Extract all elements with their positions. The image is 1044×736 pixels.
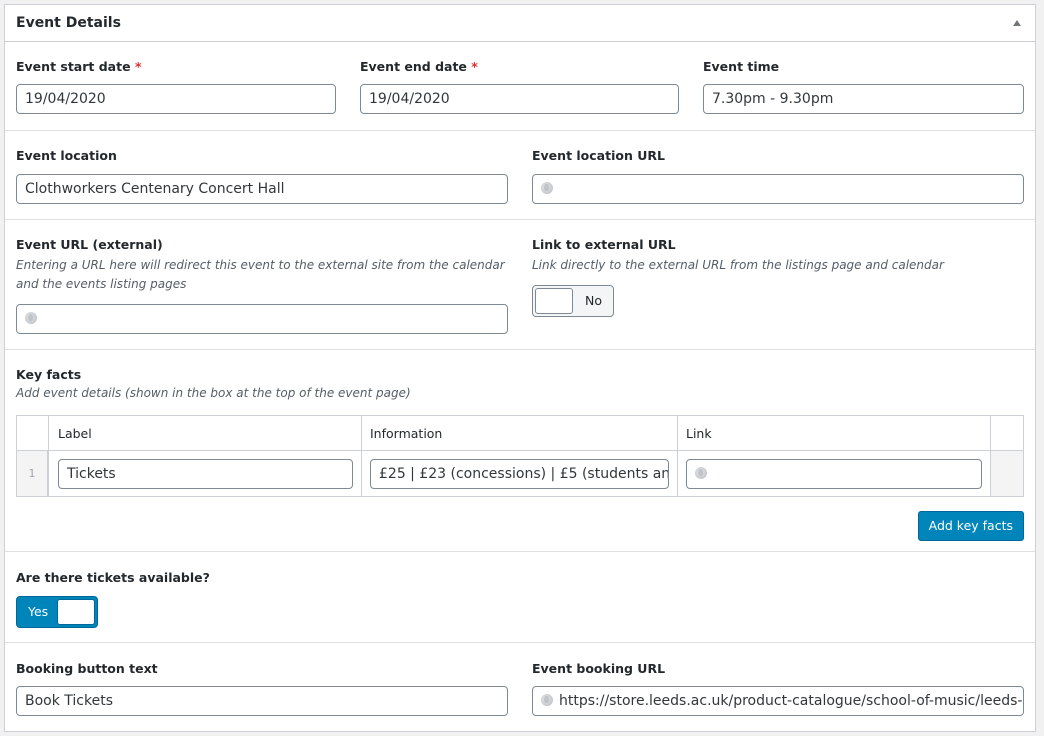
event-time-input[interactable]: 7.30pm - 9.30pm (703, 84, 1024, 114)
event-details-panel: Event Details Event start date * 19/04/2… (4, 4, 1036, 732)
event-url-external-label: Event URL (external) (16, 237, 163, 252)
event-start-date-input[interactable]: 19/04/2020 (16, 84, 336, 114)
event-time-field: Event time (703, 59, 779, 74)
key-facts-label: Key facts (16, 367, 82, 382)
link-external-field: Link to external URL Link directly to th… (532, 237, 1027, 275)
row-number[interactable]: 1 (17, 451, 48, 496)
link-external-toggle[interactable]: No (532, 285, 614, 317)
event-end-date-input[interactable]: 19/04/2020 (360, 84, 679, 114)
row-actions-cell[interactable] (990, 451, 1023, 496)
globe-icon (541, 694, 553, 706)
key-fact-label-input[interactable]: Tickets (58, 459, 353, 489)
column-header-information: Information (370, 426, 443, 441)
event-location-input[interactable]: Clothworkers Centenary Concert Hall (16, 174, 508, 204)
key-facts-row: Key facts Add event details (shown in th… (5, 350, 1035, 552)
tickets-available-toggle[interactable]: Yes (16, 596, 98, 628)
booking-button-text-field: Booking button text (16, 661, 158, 676)
event-start-date-label: Event start date * (16, 59, 142, 74)
event-url-external-description: Entering a URL here will redirect this e… (16, 258, 505, 291)
booking-button-text-label: Booking button text (16, 661, 158, 676)
key-facts-table: Label Information Link 1 Tickets £25 | £… (16, 415, 1024, 497)
key-facts-field: Key facts Add event details (shown in th… (16, 367, 1016, 403)
external-url-row: Event URL (external) Entering a URL here… (5, 220, 1035, 350)
tickets-row: Are there tickets available? Yes (5, 552, 1035, 643)
key-fact-link-input[interactable] (686, 459, 982, 489)
required-mark: * (471, 59, 478, 74)
arrow-up-icon[interactable] (1013, 20, 1021, 26)
event-location-url-label: Event location URL (532, 148, 665, 163)
column-header-label: Label (58, 426, 92, 441)
booking-button-text-input[interactable]: Book Tickets (16, 686, 508, 716)
event-location-label: Event location (16, 148, 117, 163)
globe-icon (25, 312, 37, 324)
toggle-knob (57, 599, 95, 625)
required-mark: * (134, 59, 142, 74)
key-fact-information-input[interactable]: £25 | £23 (concessions) | £5 (students a… (370, 459, 669, 489)
tickets-available-field: Are there tickets available? (16, 570, 210, 585)
toggle-knob (535, 288, 573, 314)
dates-row: Event start date * 19/04/2020 Event end … (5, 42, 1035, 131)
globe-icon (695, 467, 707, 479)
event-start-date-field: Event start date * (16, 59, 336, 74)
event-url-external-input[interactable] (16, 304, 508, 334)
link-external-description: Link directly to the external URL from t… (532, 258, 944, 272)
event-booking-url-field: Event booking URL (532, 661, 665, 676)
event-location-field: Event location (16, 148, 117, 163)
link-external-label: Link to external URL (532, 237, 676, 252)
event-url-external-field: Event URL (external) Entering a URL here… (16, 237, 511, 294)
event-end-date-label: Event end date * (360, 59, 478, 74)
event-booking-url-input[interactable]: https://store.leeds.ac.uk/product-catalo… (532, 686, 1024, 716)
column-header-link: Link (686, 426, 712, 441)
add-key-facts-button[interactable]: Add key facts (917, 511, 1024, 541)
panel-header[interactable]: Event Details (5, 5, 1035, 42)
event-end-date-field: Event end date * (360, 59, 680, 74)
tickets-available-label: Are there tickets available? (16, 570, 210, 585)
location-row: Event location Clothworkers Centenary Co… (5, 131, 1035, 220)
event-location-url-field: Event location URL (532, 148, 665, 163)
event-time-label: Event time (703, 59, 780, 74)
booking-row: Booking button text Book Tickets Event b… (5, 643, 1035, 731)
table-header-actions (990, 416, 1023, 451)
toggle-state-label: No (585, 293, 602, 308)
event-booking-url-label: Event booking URL (532, 661, 666, 676)
key-facts-description: Add event details (shown in the box at t… (16, 386, 411, 400)
panel-title: Event Details (16, 15, 121, 31)
event-location-url-input[interactable] (532, 174, 1024, 204)
toggle-state-label: Yes (28, 604, 49, 619)
globe-icon (541, 182, 553, 194)
event-booking-url-value: https://store.leeds.ac.uk/product-catalo… (559, 693, 1024, 709)
